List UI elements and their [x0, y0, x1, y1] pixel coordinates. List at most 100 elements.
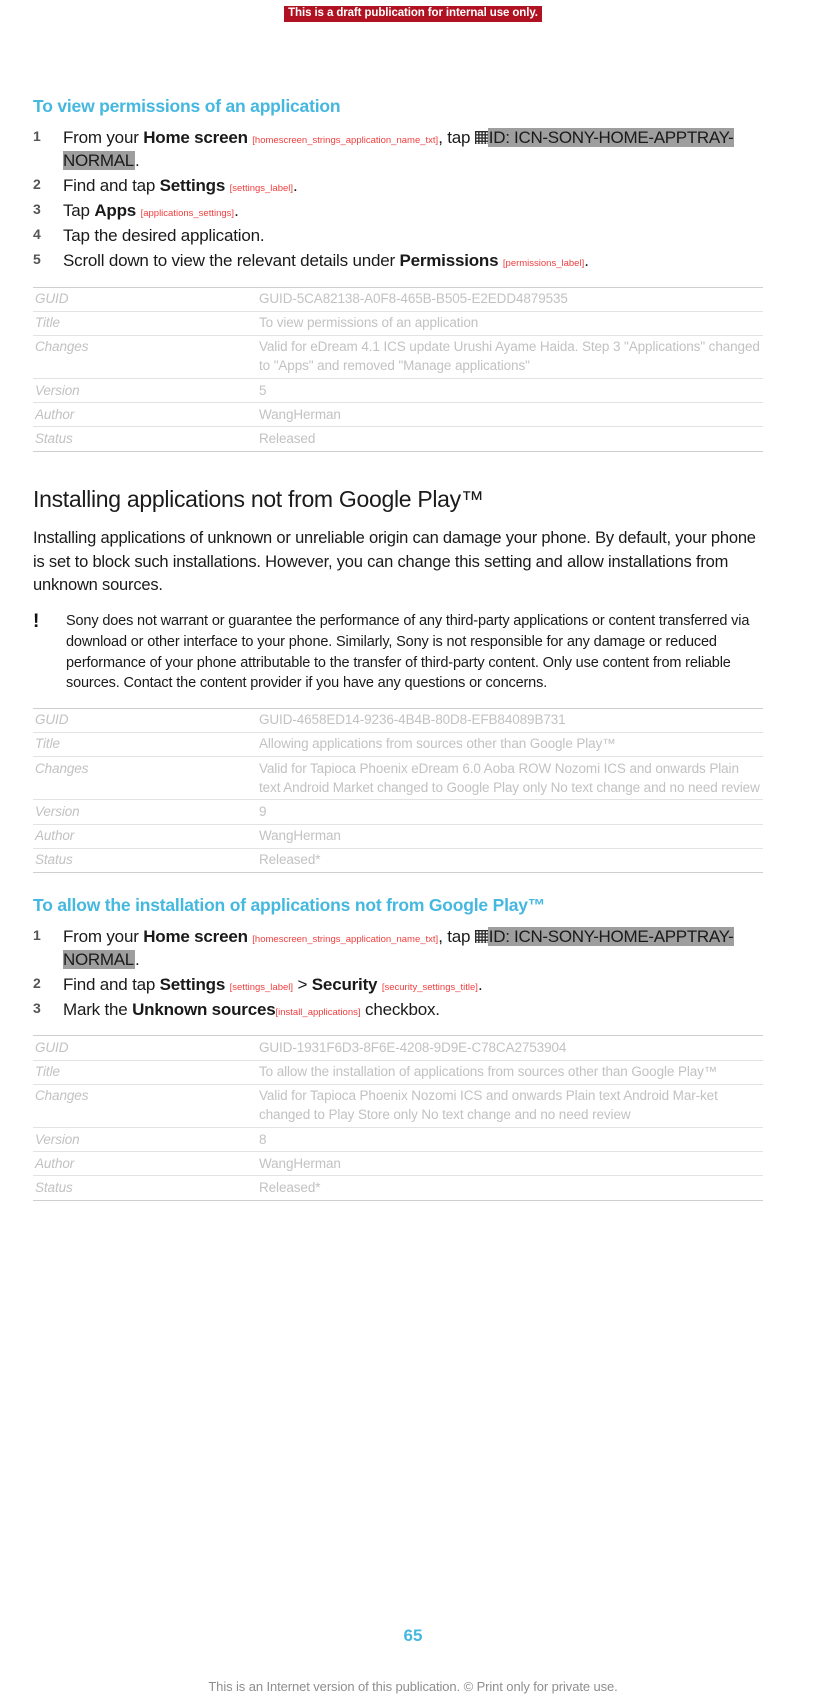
table-row: GUID GUID-4658ED14-9236-4B4B-80D8-EFB840…: [33, 708, 763, 733]
metadata-table-1: GUID GUID-5CA82138-A0F8-465B-B505-E2EDD4…: [33, 287, 763, 452]
table-row: Author WangHerman: [33, 403, 763, 427]
meta-key: Status: [35, 430, 73, 446]
string-id-annotation: [settings_label]: [229, 182, 294, 194]
meta-key: Version: [35, 1131, 80, 1147]
meta-value: To allow the installation of application…: [259, 1064, 718, 1080]
table-row: Version 9: [33, 800, 763, 825]
meta-value: Valid for Tapioca Phoenix Nozomi ICS and…: [259, 1088, 718, 1123]
meta-value: WangHerman: [259, 1155, 341, 1171]
meta-value: 9: [259, 803, 267, 819]
meta-key: Author: [35, 406, 75, 422]
section-installing-applications: Installing applications not from Google …: [33, 486, 763, 873]
ui-term-settings: Settings: [159, 175, 226, 195]
string-id-annotation: [security_settings_title]: [381, 981, 478, 993]
meta-key: Author: [35, 828, 75, 844]
meta-key: Version: [35, 803, 80, 819]
meta-value: GUID-4658ED14-9236-4B4B-80D8-EFB84089B73…: [259, 712, 566, 728]
step-text-suffix: .: [134, 150, 140, 170]
meta-key: GUID: [35, 1039, 69, 1055]
step-text-prefix: From your: [63, 926, 144, 946]
table-row: Changes Valid for Tapioca Phoenix eDream…: [33, 757, 763, 800]
table-row: Status Released: [33, 427, 763, 452]
string-id-annotation: [permissions_label]: [502, 257, 585, 269]
meta-key: Changes: [35, 760, 89, 776]
section-heading-allow-installation: To allow the installation of application…: [33, 894, 546, 915]
ui-term-unknown-sources: Unknown sources: [132, 999, 276, 1019]
string-id-annotation: [settings_label]: [229, 981, 294, 993]
string-id-annotation: [applications_settings]: [140, 207, 235, 219]
meta-value: Released*: [259, 1179, 321, 1195]
step-item: 3 Mark the Unknown sources[install_appli…: [33, 999, 763, 1022]
grid-icon: [474, 130, 488, 144]
ui-term-security: Security: [311, 974, 378, 994]
step-text-middle: >: [293, 974, 312, 994]
meta-key: Changes: [35, 1088, 89, 1104]
meta-key: Title: [35, 736, 60, 752]
ui-term-home-screen: Home screen: [143, 926, 248, 946]
step-text-prefix: Scroll down to view the relevant details…: [63, 250, 400, 270]
metadata-table-3: GUID GUID-1931F6D3-8F6E-4208-9D9E-C78CA2…: [33, 1035, 763, 1201]
step-text-prefix: From your: [63, 127, 144, 147]
step-number: 2: [33, 175, 41, 192]
meta-value: Released*: [259, 852, 321, 868]
table-row: Author WangHerman: [33, 1152, 763, 1176]
table-row: Status Released*: [33, 1176, 763, 1201]
step-text-suffix: .: [477, 974, 483, 994]
step-item: 1 From your Home screen [homescreen_stri…: [33, 926, 763, 972]
ui-term-apps: Apps: [94, 200, 137, 220]
step-text-prefix: Find and tap: [63, 175, 160, 195]
step-item: 3 Tap Apps [applications_settings].: [33, 200, 763, 223]
step-item: 5 Scroll down to view the relevant detai…: [33, 250, 763, 273]
section-heading-view-permissions: To view permissions of an application: [33, 96, 341, 116]
step-text-prefix: Mark the: [63, 999, 133, 1019]
table-row: GUID GUID-5CA82138-A0F8-465B-B505-E2EDD4…: [33, 287, 763, 312]
meta-key: Status: [35, 1179, 73, 1195]
step-number: 1: [33, 926, 41, 943]
step-item: 4 Tap the desired application.: [33, 225, 763, 248]
page-content: To view permissions of an application 1 …: [33, 96, 763, 1201]
meta-value: GUID-1931F6D3-8F6E-4208-9D9E-C78CA275390…: [259, 1039, 567, 1055]
table-row: Version 5: [33, 379, 763, 403]
draft-notice-banner: This is a draft publication for internal…: [284, 6, 542, 23]
step-text-suffix: .: [234, 200, 239, 220]
meta-key: Status: [35, 852, 73, 868]
meta-value: 5: [259, 382, 267, 398]
step-number: 2: [33, 974, 41, 991]
step-text-prefix: Tap: [63, 200, 95, 220]
warning-note: ! Sony does not warrant or guarantee the…: [33, 611, 763, 693]
string-id-annotation: [homescreen_strings_application_name_txt…: [252, 933, 439, 945]
page-title-installing-applications: Installing applications not from Google …: [33, 485, 484, 512]
meta-value: 8: [259, 1131, 267, 1147]
table-row: Changes Valid for eDream 4.1 ICS update …: [33, 335, 763, 379]
grid-icon: [474, 929, 488, 943]
step-text-suffix: checkbox.: [360, 999, 440, 1019]
step-item: 1 From your Home screen [homescreen_stri…: [33, 127, 763, 173]
meta-value: WangHerman: [259, 406, 341, 422]
table-row: Status Released*: [33, 848, 763, 873]
step-number: 3: [33, 200, 41, 217]
string-id-annotation: [install_applications]: [275, 1006, 361, 1018]
ui-term-settings: Settings: [159, 974, 226, 994]
page-number: 65: [403, 1626, 423, 1645]
step-text-middle: , tap: [438, 127, 475, 147]
meta-value: GUID-5CA82138-A0F8-465B-B505-E2EDD487953…: [259, 291, 568, 306]
document-page: This is a draft publication for internal…: [0, 0, 826, 1701]
step-text-prefix: Find and tap: [63, 974, 160, 994]
table-row: Title Allowing applications from sources…: [33, 732, 763, 757]
table-row: Changes Valid for Tapioca Phoenix Nozomi…: [33, 1084, 763, 1128]
draft-banner-container: This is a draft publication for internal…: [0, 0, 826, 23]
table-row: GUID GUID-1931F6D3-8F6E-4208-9D9E-C78CA2…: [33, 1035, 763, 1061]
meta-value: WangHerman: [259, 828, 341, 844]
step-item: 2 Find and tap Settings [settings_label]…: [33, 175, 763, 198]
meta-key: Title: [35, 1064, 60, 1080]
step-text-middle: , tap: [438, 926, 475, 946]
table-row: Title To allow the installation of appli…: [33, 1060, 763, 1085]
step-text-suffix: .: [134, 949, 140, 969]
step-number: 4: [33, 225, 41, 242]
footer-notice: This is an Internet version of this publ…: [208, 1679, 618, 1694]
table-row: Title To view permissions of an applicat…: [33, 311, 763, 336]
intro-paragraph: Installing applications of unknown or un…: [33, 529, 756, 595]
meta-value: Allowing applications from sources other…: [259, 736, 616, 752]
steps-list-view-permissions: 1 From your Home screen [homescreen_stri…: [33, 127, 763, 273]
